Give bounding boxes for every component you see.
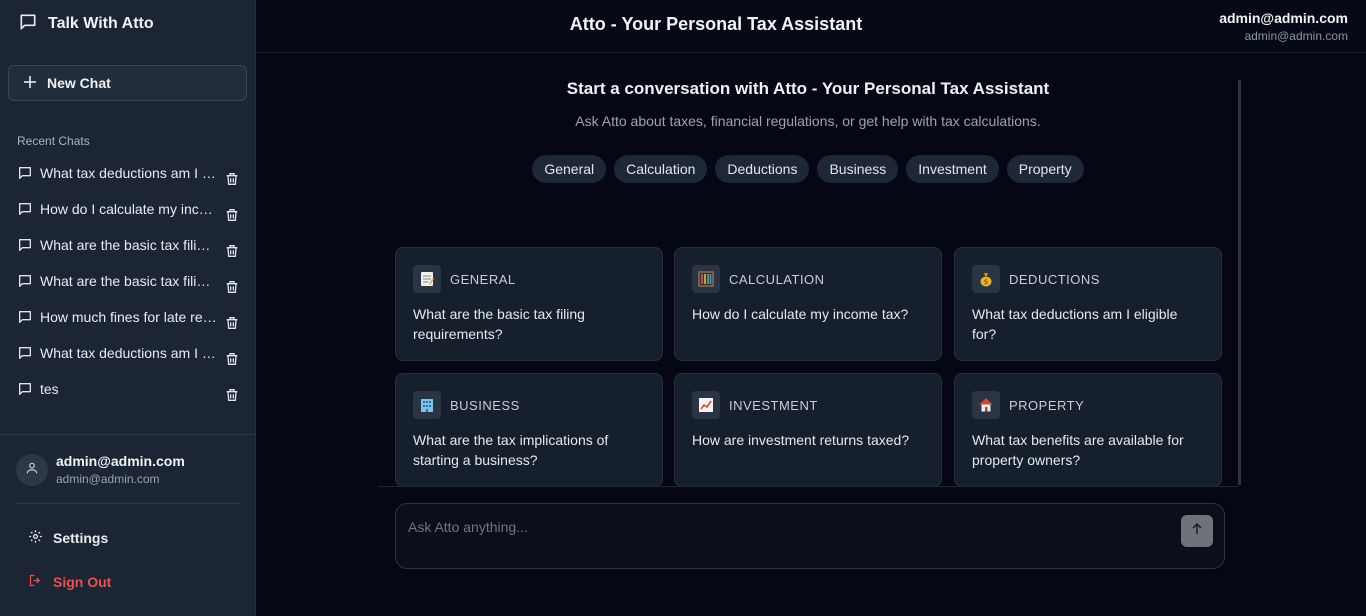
arrow-up-icon [1190, 522, 1204, 541]
sign-out-label: Sign Out [53, 574, 112, 590]
category-filters: General Calculation Deductions Business … [378, 155, 1238, 183]
trash-icon[interactable] [224, 207, 240, 228]
trash-icon[interactable] [224, 351, 240, 372]
brand-title: Talk With Atto [48, 15, 154, 32]
user-icon [25, 461, 39, 480]
chat-item[interactable]: What tax deductions am I eligible for? [0, 340, 256, 376]
suggestion-card-business[interactable]: BUSINESS What are the tax implications o… [395, 373, 663, 487]
card-question: What tax benefits are available for prop… [972, 432, 1184, 468]
plus-icon [23, 75, 37, 92]
logout-icon [28, 573, 43, 591]
card-category: GENERAL [450, 272, 516, 287]
recent-chats-heading: Recent Chats [17, 134, 90, 148]
chat-item-label: How do I calculate my income tax? [40, 201, 218, 217]
chat-item[interactable]: What tax deductions am I eligible for? [0, 160, 256, 196]
money-bag-icon: $ [972, 265, 1000, 293]
card-question: How do I calculate my income tax? [692, 306, 909, 322]
suggestion-card-calculation[interactable]: CALCULATION How do I calculate my income… [674, 247, 942, 361]
sidebar-divider [0, 434, 256, 435]
message-input[interactable] [408, 519, 1148, 535]
gear-icon [28, 529, 43, 547]
message-composer [395, 503, 1225, 569]
card-question: How are investment returns taxed? [692, 432, 910, 448]
message-icon [17, 201, 33, 222]
card-category: BUSINESS [450, 398, 520, 413]
recent-chat-list: What tax deductions am I eligible for? H… [0, 160, 256, 412]
filter-chip-general[interactable]: General [532, 155, 607, 183]
trash-icon[interactable] [224, 171, 240, 192]
chat-item[interactable]: What are the basic tax filing requiremen… [0, 232, 256, 268]
suggestion-card-general[interactable]: GENERAL What are the basic tax filing re… [395, 247, 663, 361]
filter-chip-calculation[interactable]: Calculation [614, 155, 708, 183]
sidebar-divider [16, 503, 240, 504]
suggestion-card-investment[interactable]: INVESTMENT How are investment returns ta… [674, 373, 942, 487]
filter-chip-property[interactable]: Property [1006, 155, 1084, 183]
trash-icon[interactable] [224, 243, 240, 264]
new-chat-label: New Chat [47, 75, 111, 91]
message-icon [17, 273, 33, 294]
chat-item[interactable]: tes [0, 376, 256, 412]
chat-item[interactable]: How do I calculate my income tax? [0, 196, 256, 232]
card-question: What are the basic tax filing requiremen… [413, 306, 585, 342]
card-category: PROPERTY [1009, 398, 1085, 413]
header-user-name: admin@admin.com [1219, 10, 1348, 26]
input-divider [378, 486, 1238, 487]
message-icon [17, 345, 33, 366]
office-building-icon [413, 391, 441, 419]
settings-button[interactable]: Settings [28, 528, 108, 548]
message-icon [17, 165, 33, 186]
suggestion-card-property[interactable]: PROPERTY What tax benefits are available… [954, 373, 1222, 487]
chart-increasing-icon [692, 391, 720, 419]
welcome-subtitle: Ask Atto about taxes, financial regulati… [575, 113, 1041, 129]
chat-item-label: What are the basic tax filing requiremen… [40, 237, 218, 253]
svg-text:$: $ [984, 278, 988, 286]
filter-chip-deductions[interactable]: Deductions [715, 155, 810, 183]
send-button[interactable] [1181, 515, 1213, 547]
scrollbar[interactable] [1238, 80, 1241, 485]
chat-item[interactable]: How much fines for late returns? [0, 304, 256, 340]
card-category: CALCULATION [729, 272, 825, 287]
chat-item-label: What tax deductions am I eligible for? [40, 345, 218, 361]
welcome-title: Start a conversation with Atto - Your Pe… [566, 79, 1050, 98]
chat-item-label: What are the basic tax filing requiremen… [40, 273, 218, 289]
card-question: What are the tax implications of startin… [413, 432, 609, 468]
filter-chip-business[interactable]: Business [817, 155, 899, 183]
house-icon [972, 391, 1000, 419]
message-icon [17, 237, 33, 258]
chat-item-label: What tax deductions am I eligible for? [40, 165, 218, 181]
user-email: admin@admin.com [56, 472, 160, 486]
avatar [16, 454, 48, 486]
trash-icon[interactable] [224, 315, 240, 336]
new-chat-button[interactable]: New Chat [8, 65, 247, 101]
user-profile[interactable]: admin@admin.com admin@admin.com [16, 452, 246, 492]
memo-icon [413, 265, 441, 293]
filter-chip-investment[interactable]: Investment [906, 155, 999, 183]
header-user[interactable]: admin@admin.com admin@admin.com [1219, 10, 1348, 43]
chat-item-label: How much fines for late returns? [40, 309, 218, 325]
message-icon [17, 381, 33, 402]
chat-item[interactable]: What are the basic tax filing requiremen… [0, 268, 256, 304]
settings-label: Settings [53, 530, 109, 546]
card-category: DEDUCTIONS [1009, 272, 1100, 287]
card-category: INVESTMENT [729, 398, 818, 413]
top-header: Atto - Your Personal Tax Assistant admin… [256, 0, 1366, 53]
trash-icon[interactable] [224, 387, 240, 408]
sign-out-button[interactable]: Sign Out [28, 572, 111, 592]
header-user-email: admin@admin.com [1244, 29, 1348, 43]
card-question: What tax deductions am I eligible for? [972, 306, 1178, 342]
user-name: admin@admin.com [56, 453, 185, 469]
abacus-icon [692, 265, 720, 293]
page-title: Atto - Your Personal Tax Assistant [569, 14, 863, 34]
message-icon [17, 309, 33, 330]
brand[interactable]: Talk With Atto [18, 12, 154, 36]
chat-item-label: tes [40, 381, 59, 397]
suggestion-card-deductions[interactable]: $ DEDUCTIONS What tax deductions am I el… [954, 247, 1222, 361]
chat-bubble-icon [18, 12, 38, 37]
trash-icon[interactable] [224, 279, 240, 300]
sidebar: Talk With Atto New Chat Recent Chats Wha… [0, 0, 256, 616]
